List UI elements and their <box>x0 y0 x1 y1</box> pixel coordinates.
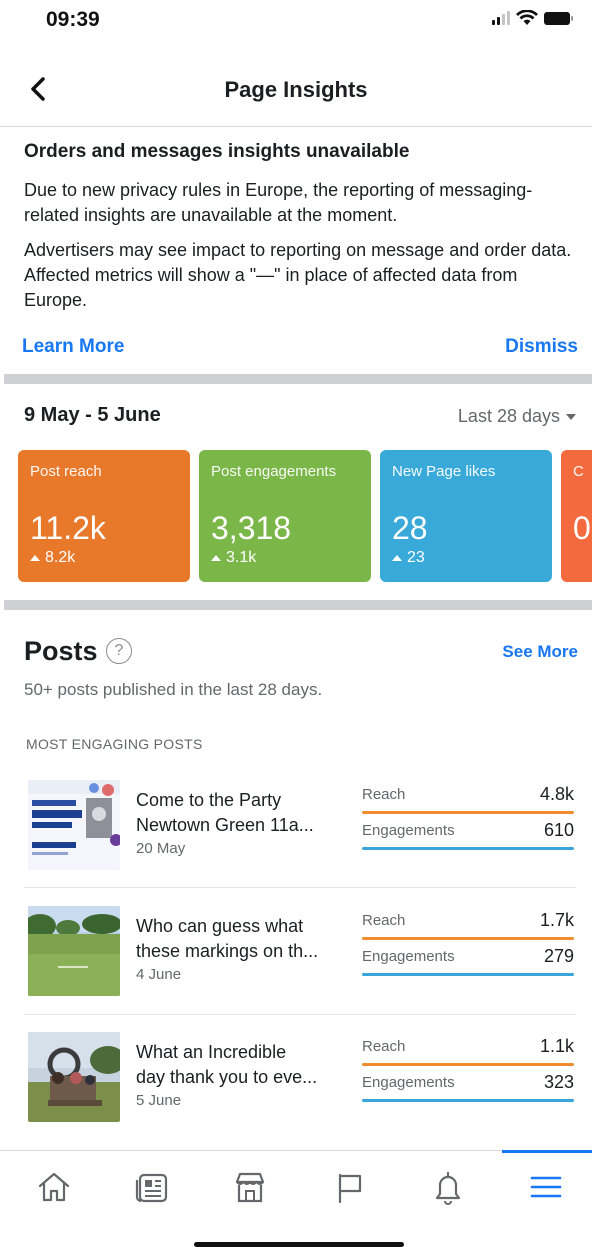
card-label: Post engagements <box>211 463 337 480</box>
engagements-bar <box>362 1099 574 1102</box>
post-metrics: Reach 1.7k Engagements 279 <box>362 910 574 982</box>
metric-cards: Post reach 11.2k 8.2k Post engagements 3… <box>18 450 592 582</box>
back-chevron-icon[interactable] <box>24 74 54 104</box>
engagement-metric: Engagements 279 <box>362 946 574 982</box>
card-delta: 3.1k <box>211 549 256 567</box>
learn-more-link[interactable]: Learn More <box>22 336 124 358</box>
header-divider <box>0 126 592 127</box>
card-delta: 8.2k <box>30 549 75 567</box>
notice-actions: Learn More Dismiss <box>22 336 578 364</box>
dismiss-button[interactable]: Dismiss <box>505 336 578 358</box>
posts-title: Posts <box>24 636 98 666</box>
engagements-bar <box>362 973 574 976</box>
row-divider <box>24 887 576 888</box>
notice-title: Orders and messages insights unavailable <box>24 141 410 162</box>
wifi-icon <box>516 10 538 25</box>
post-date: 20 May <box>136 840 186 857</box>
posts-subtitle: 50+ posts published in the last 28 days. <box>24 680 323 699</box>
active-tab-indicator <box>502 1150 592 1153</box>
engagements-value: 279 <box>543 946 574 966</box>
menu-icon[interactable] <box>526 1167 566 1207</box>
bottom-tab-bar <box>0 1150 592 1220</box>
engagements-label: Engagements <box>362 1074 455 1091</box>
engagements-label: Engagements <box>362 822 455 839</box>
reach-metric: Reach 1.7k <box>362 910 574 946</box>
post-title: What an Incredible day thank you to eve.… <box>136 1042 318 1087</box>
card-label: New Page likes <box>392 463 496 480</box>
card-post-reach[interactable]: Post reach 11.2k 8.2k <box>18 450 190 582</box>
engagement-metric: Engagements 610 <box>362 820 574 856</box>
card-delta: 23 <box>392 549 425 567</box>
post-row[interactable]: Come to the Party Newtown Green 11a... 2… <box>24 776 576 886</box>
reach-bar <box>362 937 574 940</box>
reach-bar <box>362 811 574 814</box>
status-bar: 09:39 <box>0 0 592 44</box>
nav-header: Page Insights <box>0 66 592 116</box>
post-date: 4 June <box>136 966 182 983</box>
notifications-bell-icon[interactable] <box>428 1167 468 1207</box>
engagements-label: Engagements <box>362 948 455 965</box>
post-date: 5 June <box>136 1092 182 1109</box>
posts-caption: MOST ENGAGING POSTS <box>26 736 203 752</box>
card-label: C <box>573 463 584 480</box>
reach-metric: Reach 4.8k <box>362 784 574 820</box>
see-more-link[interactable]: See More <box>502 642 578 662</box>
post-thumbnail[interactable] <box>28 1032 120 1122</box>
page-title: Page Insights <box>224 77 368 102</box>
reach-metric: Reach 1.1k <box>362 1036 574 1072</box>
reach-value: 4.8k <box>539 784 574 804</box>
post-thumbnail[interactable] <box>28 906 120 996</box>
engagements-value: 610 <box>543 820 574 840</box>
post-row[interactable]: What an Incredible day thank you to eve.… <box>24 1028 576 1138</box>
reach-value: 1.1k <box>539 1036 574 1056</box>
section-divider <box>4 374 592 384</box>
reach-label: Reach <box>362 1038 406 1055</box>
post-row[interactable]: Who can guess what these markings on th.… <box>24 902 576 1012</box>
up-arrow-icon <box>392 555 402 561</box>
post-title: Who can guess what these markings on th.… <box>136 916 319 961</box>
engagement-metric: Engagements 323 <box>362 1072 574 1108</box>
notice-text-2: Advertisers may see impact to reporting … <box>24 240 572 310</box>
reach-label: Reach <box>362 786 406 803</box>
privacy-notice: Orders and messages insights unavailable… <box>24 138 580 313</box>
card-label: Post reach <box>30 463 102 480</box>
help-icon[interactable]: ? <box>106 638 132 664</box>
card-value: 0 <box>573 510 591 546</box>
status-icons <box>492 10 573 26</box>
signal-icon <box>492 11 510 25</box>
marketplace-icon[interactable] <box>230 1167 270 1207</box>
card-post-engagements[interactable]: Post engagements 3,318 3.1k <box>199 450 371 582</box>
reach-bar <box>362 1063 574 1066</box>
engagements-bar <box>362 847 574 850</box>
card-value: 3,318 <box>211 510 292 546</box>
pages-flag-icon[interactable] <box>330 1167 370 1207</box>
reach-label: Reach <box>362 912 406 929</box>
engagements-value: 323 <box>543 1072 574 1092</box>
battery-icon <box>544 11 573 25</box>
reach-value: 1.7k <box>539 910 574 930</box>
up-arrow-icon <box>30 555 40 561</box>
period-dropdown[interactable]: Last 28 days <box>458 406 576 427</box>
post-title: Come to the Party Newtown Green 11a... <box>136 790 314 835</box>
status-time: 09:39 <box>46 8 100 31</box>
notice-text: Due to new privacy rules in Europe, the … <box>24 180 533 225</box>
period-label: Last 28 days <box>457 406 560 426</box>
up-arrow-icon <box>211 555 221 561</box>
row-divider <box>24 1014 576 1015</box>
home-icon[interactable] <box>34 1167 74 1207</box>
card-new-page-likes[interactable]: New Page likes 28 23 <box>380 450 552 582</box>
card-partial[interactable]: C 0 <box>561 450 592 582</box>
news-icon[interactable] <box>132 1167 172 1207</box>
section-divider <box>4 600 592 610</box>
post-metrics: Reach 4.8k Engagements 610 <box>362 784 574 856</box>
date-range-row: 9 May - 5 June Last 28 days <box>24 402 576 432</box>
posts-header: Posts ? See More <box>24 634 578 674</box>
date-range: 9 May - 5 June <box>24 404 161 426</box>
post-metrics: Reach 1.1k Engagements 323 <box>362 1036 574 1108</box>
card-value: 11.2k <box>30 510 106 546</box>
home-indicator <box>194 1242 404 1247</box>
card-value: 28 <box>392 510 428 546</box>
post-thumbnail[interactable] <box>28 780 120 870</box>
caret-down-icon <box>566 413 576 420</box>
